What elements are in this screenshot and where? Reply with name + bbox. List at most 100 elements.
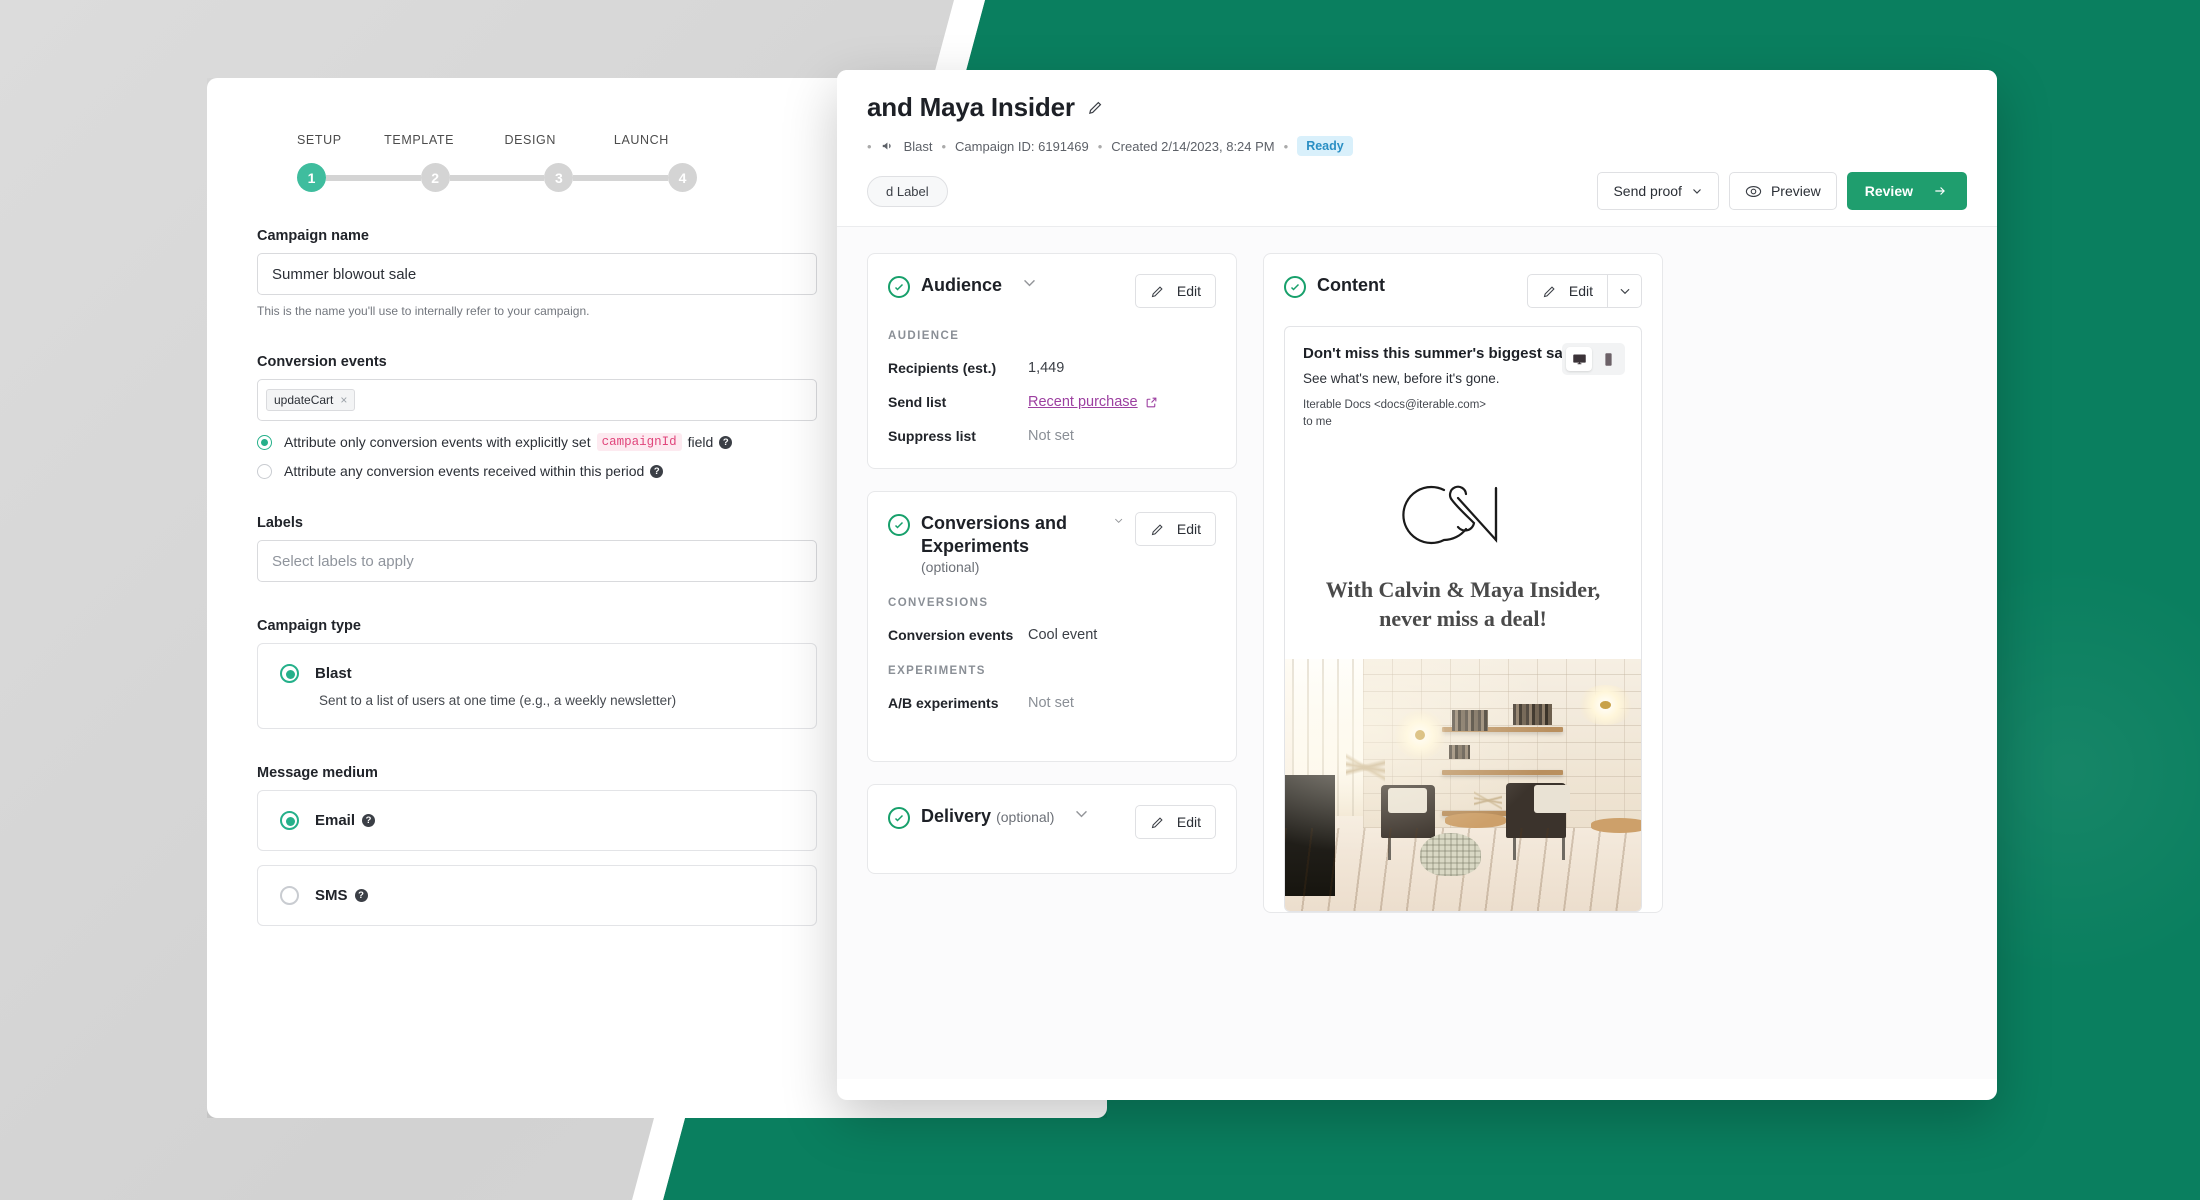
chevron-down-icon[interactable] xyxy=(1113,512,1124,529)
campaignid-code: campaignId xyxy=(597,433,682,451)
email-sender: Iterable Docs <docs@iterable.com> to me xyxy=(1303,397,1623,430)
audience-edit-label: Edit xyxy=(1177,283,1201,299)
megaphone-icon xyxy=(881,139,895,153)
radio-explicit[interactable] xyxy=(257,435,272,450)
email-preview: Don't miss this summer's biggest sale! S… xyxy=(1284,326,1642,912)
conversions-edit-label: Edit xyxy=(1177,521,1201,537)
radio-blast[interactable] xyxy=(280,664,299,683)
add-label-button[interactable]: d Label xyxy=(867,176,948,207)
meta-separator: • xyxy=(1098,139,1103,154)
step-dot-2[interactable]: 2 xyxy=(421,163,450,192)
device-toggle[interactable] xyxy=(1562,343,1625,375)
email-hero-image xyxy=(1285,659,1641,911)
campaign-type-blast-desc: Sent to a list of users at one time (e.g… xyxy=(319,693,794,708)
radio-sms[interactable] xyxy=(280,886,299,905)
send-list-link-label: Recent purchase xyxy=(1028,394,1138,410)
labels-input[interactable]: Select labels to apply xyxy=(257,540,817,582)
email-label: Email xyxy=(315,812,355,829)
conversions-card-title: Conversions and Experiments xyxy=(921,512,1094,557)
attribution-option-explicit-text: Attribute only conversion events with ex… xyxy=(284,433,732,451)
audience-card-title: Audience xyxy=(921,274,1002,297)
pencil-icon xyxy=(1150,284,1165,299)
arrow-right-icon xyxy=(1931,184,1949,198)
message-medium-email-title: Email ? xyxy=(315,812,375,829)
conversions-edit-button[interactable]: Edit xyxy=(1135,512,1216,546)
message-medium-sms-title: SMS ? xyxy=(315,887,368,904)
step-connector-1 xyxy=(326,175,421,181)
check-circle-icon xyxy=(1284,276,1306,298)
help-icon[interactable]: ? xyxy=(362,814,375,827)
conversion-events-input[interactable]: updateCart × xyxy=(257,379,817,421)
audience-row-send-list: Send list Recent purchase xyxy=(888,394,1216,410)
campaign-header: and Maya Insider • Blast • Campaign ID: … xyxy=(837,70,1997,227)
check-circle-icon xyxy=(888,514,910,536)
content-edit-button[interactable]: Edit xyxy=(1527,274,1608,308)
meta-separator: • xyxy=(867,139,872,154)
experiments-section-label: EXPERIMENTS xyxy=(888,665,1216,677)
attribution-option-any-text: Attribute any conversion events received… xyxy=(284,463,663,479)
help-icon[interactable]: ? xyxy=(650,465,663,478)
pencil-icon xyxy=(1150,815,1165,830)
audience-recipients-value: 1,449 xyxy=(1028,360,1064,376)
audience-section-label: AUDIENCE xyxy=(888,330,1216,342)
delivery-edit-label: Edit xyxy=(1177,814,1201,830)
step-dot-4[interactable]: 4 xyxy=(668,163,697,192)
token-remove-icon[interactable]: × xyxy=(340,393,347,407)
message-medium-option-email[interactable]: Email ? xyxy=(257,790,817,851)
chevron-down-icon[interactable] xyxy=(1021,274,1038,291)
conversions-section-label: CONVERSIONS xyxy=(888,597,1216,609)
audience-send-list-link[interactable]: Recent purchase xyxy=(1028,394,1158,410)
message-medium-option-sms[interactable]: SMS ? xyxy=(257,865,817,926)
step-connector-2 xyxy=(450,175,545,181)
mobile-icon[interactable] xyxy=(1595,347,1621,371)
review-button[interactable]: Review xyxy=(1847,172,1967,210)
wizard-stepper: SETUP TEMPLATE DESIGN LAUNCH 1 2 3 4 xyxy=(297,133,697,192)
preview-button[interactable]: Preview xyxy=(1729,172,1837,210)
meta-created: Created 2/14/2023, 8:24 PM xyxy=(1111,139,1274,154)
campaign-name-input[interactable]: Summer blowout sale xyxy=(257,253,817,295)
email-to-address: to me xyxy=(1303,416,1332,428)
step-label-setup: SETUP xyxy=(297,133,364,147)
status-badge: Ready xyxy=(1297,136,1353,156)
email-hero-text: With Calvin & Maya Insider, never miss a… xyxy=(1285,571,1641,659)
delivery-card-title: Delivery (optional) xyxy=(921,805,1054,828)
mobile-glyph xyxy=(1601,352,1616,367)
content-card: Content Edit xyxy=(1263,253,1663,913)
pencil-icon xyxy=(1150,522,1165,537)
pencil-icon xyxy=(1542,284,1557,299)
step-dot-1[interactable]: 1 xyxy=(297,163,326,192)
campaign-meta: • Blast • Campaign ID: 6191469 • Created… xyxy=(867,136,1967,156)
delivery-title-text: Delivery xyxy=(921,806,991,826)
conversions-card-optional: (optional) xyxy=(921,559,1094,575)
audience-send-list-key: Send list xyxy=(888,394,1028,410)
ab-experiments-key: A/B experiments xyxy=(888,695,1028,711)
summary-left-column: Audience Edit AUDIENCE Recipients (est.)… xyxy=(867,253,1237,1079)
sms-label: SMS xyxy=(315,887,348,904)
step-dot-3[interactable]: 3 xyxy=(544,163,573,192)
content-card-title: Content xyxy=(1317,274,1385,297)
desktop-icon[interactable] xyxy=(1566,347,1592,371)
radio-any[interactable] xyxy=(257,464,272,479)
radio-email[interactable] xyxy=(280,811,299,830)
pencil-icon[interactable] xyxy=(1087,99,1104,116)
step-connector-3 xyxy=(573,175,668,181)
audience-row-suppress-list: Suppress list Not set xyxy=(888,428,1216,444)
help-icon[interactable]: ? xyxy=(355,889,368,902)
chevron-down-icon[interactable] xyxy=(1073,805,1090,822)
conversion-event-token[interactable]: updateCart × xyxy=(266,389,355,411)
audience-row-recipients: Recipients (est.) 1,449 xyxy=(888,360,1216,376)
campaign-type-option-blast[interactable]: Blast Sent to a list of users at one tim… xyxy=(257,643,817,729)
attribution-explicit-pre: Attribute only conversion events with ex… xyxy=(284,434,591,450)
send-proof-label: Send proof xyxy=(1613,183,1682,199)
summary-right-column: Content Edit xyxy=(1263,253,1663,1079)
delivery-edit-button[interactable]: Edit xyxy=(1135,805,1216,839)
campaign-summary-screenshot: and Maya Insider • Blast • Campaign ID: … xyxy=(837,70,1997,1100)
content-more-button[interactable] xyxy=(1608,274,1642,308)
send-proof-button[interactable]: Send proof xyxy=(1597,172,1719,210)
chevron-down-icon xyxy=(1691,185,1703,197)
check-circle-icon xyxy=(888,276,910,298)
step-label-launch: LAUNCH xyxy=(586,133,697,147)
meta-separator: • xyxy=(941,139,946,154)
help-icon[interactable]: ? xyxy=(719,436,732,449)
audience-edit-button[interactable]: Edit xyxy=(1135,274,1216,308)
